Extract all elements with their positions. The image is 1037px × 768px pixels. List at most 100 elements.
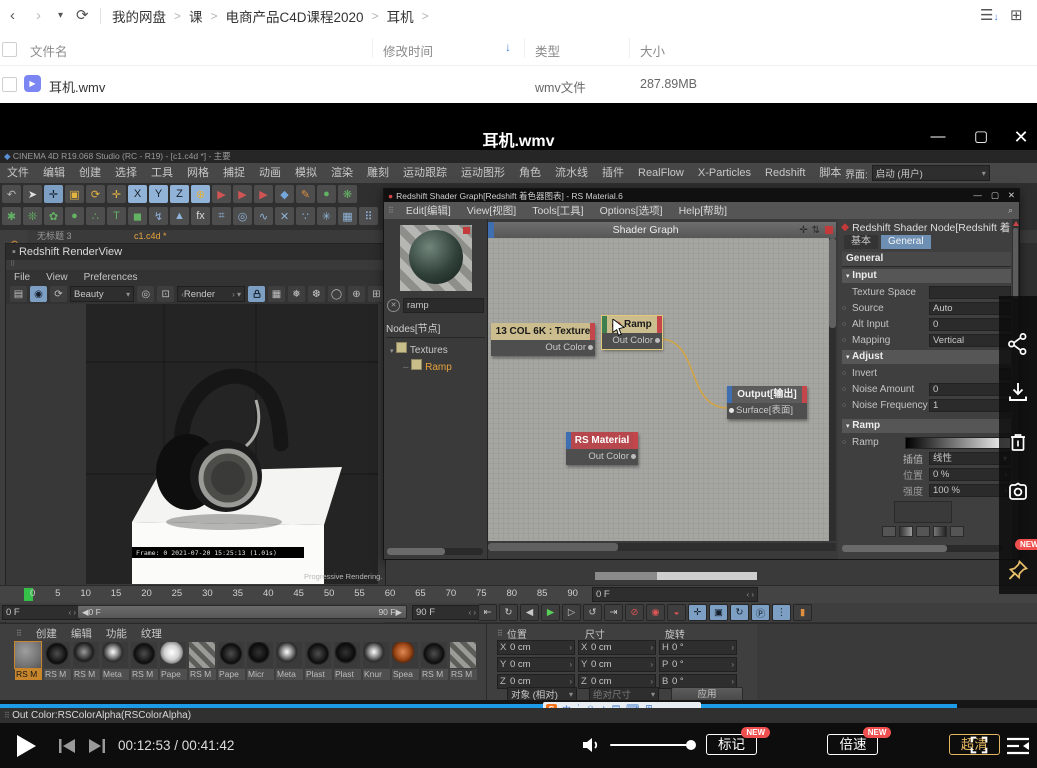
v-scrollbar[interactable] xyxy=(829,238,836,541)
renderview-icon[interactable]: ◉ xyxy=(30,286,47,302)
tree-item-textures[interactable]: ▾ Textures xyxy=(390,342,487,356)
end-frame-field[interactable]: 90 F‹ › xyxy=(412,605,480,620)
toolbar-icon[interactable]: ✱ xyxy=(2,207,21,225)
toolbar-icon[interactable]: ◎ xyxy=(233,207,252,225)
group-adjust[interactable]: ▾ Adjust xyxy=(842,350,1011,364)
playback-icon[interactable]: ▶ xyxy=(541,604,560,621)
next-icon[interactable] xyxy=(86,737,106,760)
shader-titlebar[interactable]: ● Redshift Shader Graph[Redshift 着色器图表] … xyxy=(384,189,1019,202)
h-scrollbar[interactable] xyxy=(488,543,836,551)
coord-field[interactable]: P0 °› xyxy=(659,657,737,672)
menu-item[interactable]: Redshift xyxy=(758,163,812,183)
toolbar-icon[interactable]: ∿ xyxy=(254,207,273,225)
node-output[interactable]: Output[输出] Surface[表面] xyxy=(727,386,807,419)
material-thumbnail[interactable] xyxy=(131,642,157,668)
material-thumbnail[interactable] xyxy=(334,642,360,668)
group-input[interactable]: ▾ Input xyxy=(842,269,1011,283)
start-frame-field[interactable]: 0 F‹ › xyxy=(2,605,80,620)
menu-item[interactable]: 选择 xyxy=(108,163,144,183)
lock-icon[interactable] xyxy=(248,286,265,302)
menu-item[interactable]: Tools[工具] xyxy=(524,203,591,218)
menu-item[interactable]: 文件 xyxy=(0,163,36,183)
breadcrumb-item[interactable]: 我的网盘 xyxy=(112,6,166,26)
node-canvas[interactable]: 13 COL 6K : Texture Out Color R Ramp Out… xyxy=(488,238,836,541)
share-icon[interactable] xyxy=(1006,332,1030,356)
fit-icon[interactable]: ⇅ xyxy=(810,225,822,236)
material-thumbnail[interactable] xyxy=(421,642,447,668)
ramp-gradient[interactable] xyxy=(905,437,1011,449)
material-item[interactable]: Micr xyxy=(247,642,274,680)
coord-field[interactable]: Y0 cm› xyxy=(578,657,656,672)
breadcrumb-item[interactable]: 电商产品C4D课程2020 xyxy=(226,6,364,26)
material-item[interactable]: Pape xyxy=(160,642,187,680)
toolbar-icon[interactable]: X xyxy=(128,185,147,203)
toolbar-icon[interactable]: ✿ xyxy=(44,207,63,225)
download-icon[interactable] xyxy=(1006,380,1030,404)
screenshot-icon[interactable] xyxy=(1006,480,1030,504)
menu-item[interactable]: 编辑 xyxy=(36,163,72,183)
play-icon[interactable] xyxy=(14,733,38,764)
toolbar-icon[interactable]: ▶ xyxy=(212,185,231,203)
maximize-icon[interactable]: ▢ xyxy=(968,127,994,145)
toolbar-icon[interactable]: ❋ xyxy=(338,185,357,203)
h-scrollbar[interactable] xyxy=(842,545,1002,552)
menu-item[interactable]: 模拟 xyxy=(288,163,324,183)
column-filename[interactable]: 文件名 xyxy=(30,41,68,60)
menu-item[interactable]: 流水线 xyxy=(548,163,595,183)
tree-item-ramp[interactable]: – Ramp xyxy=(403,359,487,373)
material-item[interactable]: RS M xyxy=(73,642,100,680)
panel-close-icon[interactable] xyxy=(825,226,833,234)
coord-field[interactable]: H0 °› xyxy=(659,640,737,655)
material-item[interactable]: RS M xyxy=(189,642,216,680)
toolbar-icon[interactable]: ▦ xyxy=(338,207,357,225)
coord-field[interactable]: X0 cm› xyxy=(497,640,575,655)
render-select[interactable]: ‹ Render› ▾ xyxy=(177,286,245,302)
node-material[interactable]: RS Material Out Color xyxy=(566,432,638,465)
color-swatch[interactable] xyxy=(894,501,952,523)
anim-dot[interactable]: ○ xyxy=(842,439,852,446)
renderview-icon[interactable]: ⊕ xyxy=(348,286,365,302)
playback-icon[interactable]: ◉ xyxy=(646,604,665,621)
close-icon[interactable]: ✕ xyxy=(1008,127,1034,148)
h-scrollbar[interactable] xyxy=(387,548,483,555)
toolbar-icon[interactable]: T xyxy=(107,207,126,225)
material-thumbnail[interactable] xyxy=(392,642,418,668)
preset-icon[interactable] xyxy=(916,526,930,537)
material-item[interactable]: RS M xyxy=(421,642,448,680)
toolbar-icon[interactable]: ✳ xyxy=(317,207,336,225)
coord-field[interactable]: X0 cm› xyxy=(578,640,656,655)
volume-slider[interactable] xyxy=(610,744,692,746)
material-preview[interactable] xyxy=(400,225,472,291)
toolbar-icon[interactable]: ✎ xyxy=(296,185,315,203)
playback-icon[interactable]: ▷ xyxy=(562,604,581,621)
material-thumbnail[interactable] xyxy=(102,642,128,668)
material-item[interactable]: Knur xyxy=(363,642,390,680)
tab-untitled[interactable]: 无标题 3 xyxy=(27,231,72,241)
column-type[interactable]: 类型 xyxy=(535,41,560,60)
aov-select[interactable]: Beauty▾ xyxy=(70,286,134,302)
minimize-icon[interactable]: — xyxy=(973,190,982,201)
toolbar-icon[interactable]: ❊ xyxy=(23,207,42,225)
breadcrumb-item[interactable]: 课 xyxy=(189,6,203,26)
anim-dot[interactable]: ○ xyxy=(842,321,852,328)
menu-item[interactable]: 捕捉 xyxy=(216,163,252,183)
toolbar-icon[interactable]: ➤ xyxy=(23,185,42,203)
renderview-icon[interactable]: ⟳ xyxy=(50,286,67,302)
tab-general[interactable]: General xyxy=(881,235,931,249)
menu-item[interactable]: Edit[编辑] xyxy=(398,203,459,218)
material-thumbnail[interactable] xyxy=(305,642,331,668)
material-thumbnail[interactable] xyxy=(450,642,476,668)
toolbar-icon[interactable]: ● xyxy=(65,207,84,225)
file-checkbox[interactable] xyxy=(2,77,17,92)
anim-dot[interactable]: ○ xyxy=(842,305,852,312)
volume-handle[interactable] xyxy=(686,740,696,750)
menu-item[interactable]: 工具 xyxy=(144,163,180,183)
forward-icon[interactable]: › xyxy=(36,0,41,32)
refresh-icon[interactable]: ⟳ xyxy=(76,0,89,32)
toolbar-icon[interactable]: ● xyxy=(317,185,336,203)
toolbar-icon[interactable]: ✛ xyxy=(44,185,63,203)
material-item[interactable]: Plast xyxy=(334,642,361,680)
playback-icon[interactable]: ▣ xyxy=(709,604,728,621)
menu-item[interactable]: 动画 xyxy=(252,163,288,183)
grid-view-icon[interactable]: ⊞ xyxy=(1010,0,1023,32)
